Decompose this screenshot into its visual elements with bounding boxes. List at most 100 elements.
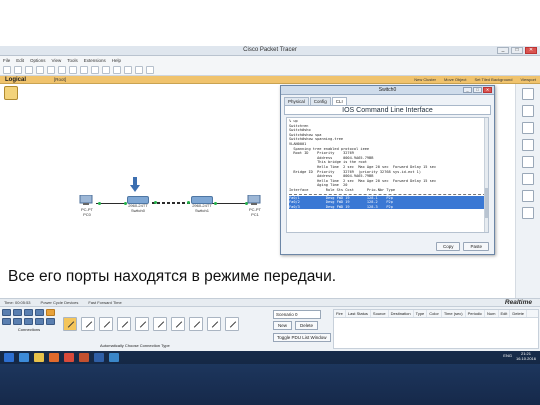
phone-cable-icon[interactable] (153, 317, 167, 331)
menu-help[interactable]: Help (112, 58, 121, 63)
copy-button[interactable]: Copy (435, 242, 461, 251)
delete-tool-icon[interactable] (522, 122, 534, 134)
word-icon[interactable] (94, 353, 104, 362)
file-explorer-icon[interactable] (34, 353, 44, 362)
scrollbar-thumb[interactable] (485, 188, 488, 218)
minimize-button[interactable]: _ (497, 47, 509, 54)
column-header: Source (371, 310, 389, 317)
hub-category-icon[interactable] (24, 309, 33, 316)
root-breadcrumb[interactable]: [Root] (54, 77, 66, 82)
octal-cable-icon[interactable] (225, 317, 239, 331)
menu-edit[interactable]: Edit (16, 58, 24, 63)
add-complex-pdu-icon[interactable] (522, 207, 534, 219)
logical-view-icon[interactable] (4, 86, 18, 100)
undo-icon[interactable] (80, 65, 88, 74)
fast-forward-button[interactable]: Fast Forward Time (88, 300, 121, 305)
end-devices-category-icon[interactable] (2, 318, 11, 325)
wireless-category-icon[interactable] (35, 309, 44, 316)
menu-options[interactable]: Options (30, 58, 46, 63)
pc0-device[interactable]: PC-PT PC0 (76, 194, 98, 217)
browser-icon[interactable] (19, 353, 29, 362)
menu-extensions[interactable]: Extensions (84, 58, 106, 63)
serial-dte-cable-icon[interactable] (207, 317, 221, 331)
language-indicator[interactable]: ENG (503, 354, 512, 359)
zoom-reset-icon[interactable] (113, 65, 121, 74)
palette-icon[interactable] (135, 65, 143, 74)
close-button[interactable]: ✕ (525, 47, 537, 54)
serial-dce-cable-icon[interactable] (189, 317, 203, 331)
add-simple-pdu-icon[interactable] (522, 190, 534, 202)
print-icon[interactable] (36, 65, 44, 74)
tab-cli[interactable]: CLI (331, 97, 347, 105)
menu-tools[interactable]: Tools (67, 58, 78, 63)
move-object-button[interactable]: Move Object (444, 77, 466, 82)
router-category-icon[interactable] (2, 309, 11, 316)
note-tool-icon[interactable] (522, 156, 534, 168)
security-category-icon[interactable] (13, 318, 22, 325)
toggle-pdu-list-button[interactable]: Toggle PDU List Window (273, 333, 331, 342)
cli-scrollbar[interactable] (484, 118, 488, 232)
maximize-button[interactable]: □ (511, 47, 523, 54)
pdu-list-table: Fire Last Status Source Destination Type… (333, 309, 539, 349)
open-file-icon[interactable] (14, 65, 22, 74)
redo-icon[interactable] (91, 65, 99, 74)
tab-physical[interactable]: Physical (284, 97, 309, 105)
copy-icon[interactable] (58, 65, 66, 74)
menu-view[interactable]: View (52, 58, 62, 63)
zoom-in-icon[interactable] (102, 65, 110, 74)
chrome-icon[interactable] (64, 353, 74, 362)
viewport-button[interactable]: Viewport (521, 77, 537, 82)
switch-category-icon[interactable] (13, 309, 22, 316)
scenario-select[interactable]: Scenario 0 (273, 310, 321, 319)
switch0-device[interactable]: 2960-24TT Switch0 (122, 196, 154, 213)
connections-category-icon[interactable] (46, 309, 55, 316)
crossover-cable-icon[interactable] (117, 317, 131, 331)
link-status-light (98, 202, 101, 205)
select-tool-icon[interactable] (522, 88, 534, 100)
packet-tracer-icon[interactable] (109, 353, 119, 362)
column-header: Time (sec) (442, 310, 466, 317)
zoom-out-icon[interactable] (124, 65, 132, 74)
tab-config[interactable]: Config (309, 97, 331, 105)
cli-output: % up Switch>en Switch#sho Switch#show spa Sw… (289, 119, 486, 193)
power-cycle-button[interactable]: Power Cycle Devices (41, 300, 79, 305)
powerpoint-icon[interactable] (79, 353, 89, 362)
coaxial-cable-icon[interactable] (171, 317, 185, 331)
wan-emulation-category-icon[interactable] (24, 318, 33, 325)
pc1-device[interactable]: PC-PT PC1 (244, 194, 266, 217)
custom-category-icon[interactable] (35, 318, 44, 325)
new-scenario-button[interactable]: New (273, 321, 293, 330)
inspect-tool-icon[interactable] (522, 105, 534, 117)
multiuser-category-icon[interactable] (46, 318, 55, 325)
link-switch0-switch1[interactable] (152, 202, 190, 204)
media-player-icon[interactable] (49, 353, 59, 362)
auto-connection-icon[interactable] (63, 317, 77, 331)
paste-button[interactable]: Paste (463, 242, 489, 251)
custom-device-icon[interactable] (146, 65, 154, 74)
activity-wizard-icon[interactable] (47, 65, 55, 74)
clock[interactable]: 21:21 16.10.2016 (516, 351, 536, 361)
console-cable-icon[interactable] (81, 317, 95, 331)
set-background-button[interactable]: Set Tiled Background (474, 77, 512, 82)
paste-icon[interactable] (69, 65, 77, 74)
fiber-cable-icon[interactable] (135, 317, 149, 331)
new-cluster-button[interactable]: New Cluster (414, 77, 436, 82)
cli-terminal[interactable]: % up Switch>en Switch#sho Switch#show spa Sw… (286, 117, 489, 233)
realtime-mode-label[interactable]: Realtime (505, 299, 532, 306)
straight-through-cable-icon[interactable] (99, 317, 113, 331)
logical-mode-label[interactable]: Logical (5, 77, 26, 83)
menu-file[interactable]: File (3, 58, 10, 63)
draw-line-icon[interactable] (522, 173, 534, 185)
dialog-minimize-button[interactable]: _ (463, 87, 472, 93)
save-icon[interactable] (25, 65, 33, 74)
dialog-close-button[interactable]: ✕ (483, 87, 492, 93)
column-header: Last Status (346, 310, 371, 317)
switch1-device[interactable]: 2960-24TT Switch1 (186, 196, 218, 213)
category-label: Connections (17, 327, 41, 332)
dialog-maximize-button[interactable]: □ (473, 87, 482, 93)
windows-start-icon[interactable] (4, 353, 14, 362)
dialog-title-bar[interactable]: Switch0 _ □ ✕ (281, 86, 494, 95)
new-file-icon[interactable] (3, 65, 11, 74)
delete-scenario-button[interactable]: Delete (295, 321, 319, 330)
resize-shape-icon[interactable] (522, 139, 534, 151)
